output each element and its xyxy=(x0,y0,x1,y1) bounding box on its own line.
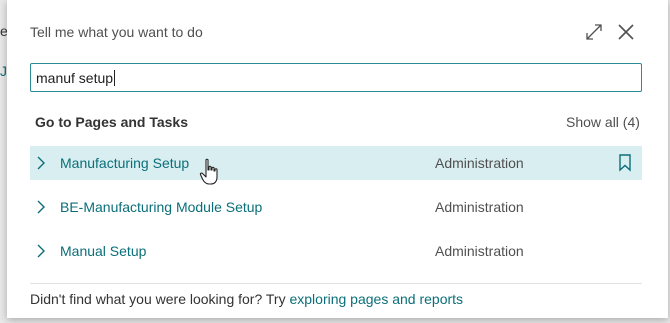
close-icon xyxy=(618,24,634,40)
result-row[interactable]: BE-Manufacturing Module Setup Administra… xyxy=(30,190,642,224)
section-header: Go to Pages and Tasks xyxy=(35,114,189,130)
bookmark-icon[interactable] xyxy=(618,154,632,172)
close-button[interactable] xyxy=(614,20,638,44)
dialog-title: Tell me what you want to do xyxy=(30,24,203,40)
hand-pointer-cursor-icon xyxy=(199,158,218,185)
tell-me-dialog: Tell me what you want to do manuf setup … xyxy=(7,0,668,318)
result-category: Administration xyxy=(435,155,524,171)
result-category: Administration xyxy=(435,243,524,259)
result-category: Administration xyxy=(435,199,524,215)
result-name[interactable]: Manual Setup xyxy=(60,243,146,259)
footer-divider xyxy=(30,283,642,284)
text-caret xyxy=(114,69,116,86)
explore-pages-link[interactable]: exploring pages and reports xyxy=(289,291,463,307)
result-row[interactable]: Manufacturing Setup Administration xyxy=(30,146,642,180)
expand-icon xyxy=(586,24,602,40)
show-all-link[interactable]: Show all (4) xyxy=(566,114,640,130)
footer-text: Didn't find what you were looking for? T… xyxy=(30,291,463,307)
result-name[interactable]: Manufacturing Setup xyxy=(60,155,189,171)
expand-button[interactable] xyxy=(582,20,606,44)
result-row[interactable]: Manual Setup Administration xyxy=(30,234,642,268)
chevron-right-icon xyxy=(36,200,58,214)
chevron-right-icon xyxy=(36,244,58,258)
footer-prefix: Didn't find what you were looking for? T… xyxy=(30,291,290,307)
chevron-right-icon xyxy=(36,156,58,170)
result-name[interactable]: BE-Manufacturing Module Setup xyxy=(60,199,262,215)
background-link-fragment: J xyxy=(0,63,7,79)
search-input-value: manuf setup xyxy=(36,69,114,86)
search-input[interactable]: manuf setup xyxy=(30,63,642,92)
